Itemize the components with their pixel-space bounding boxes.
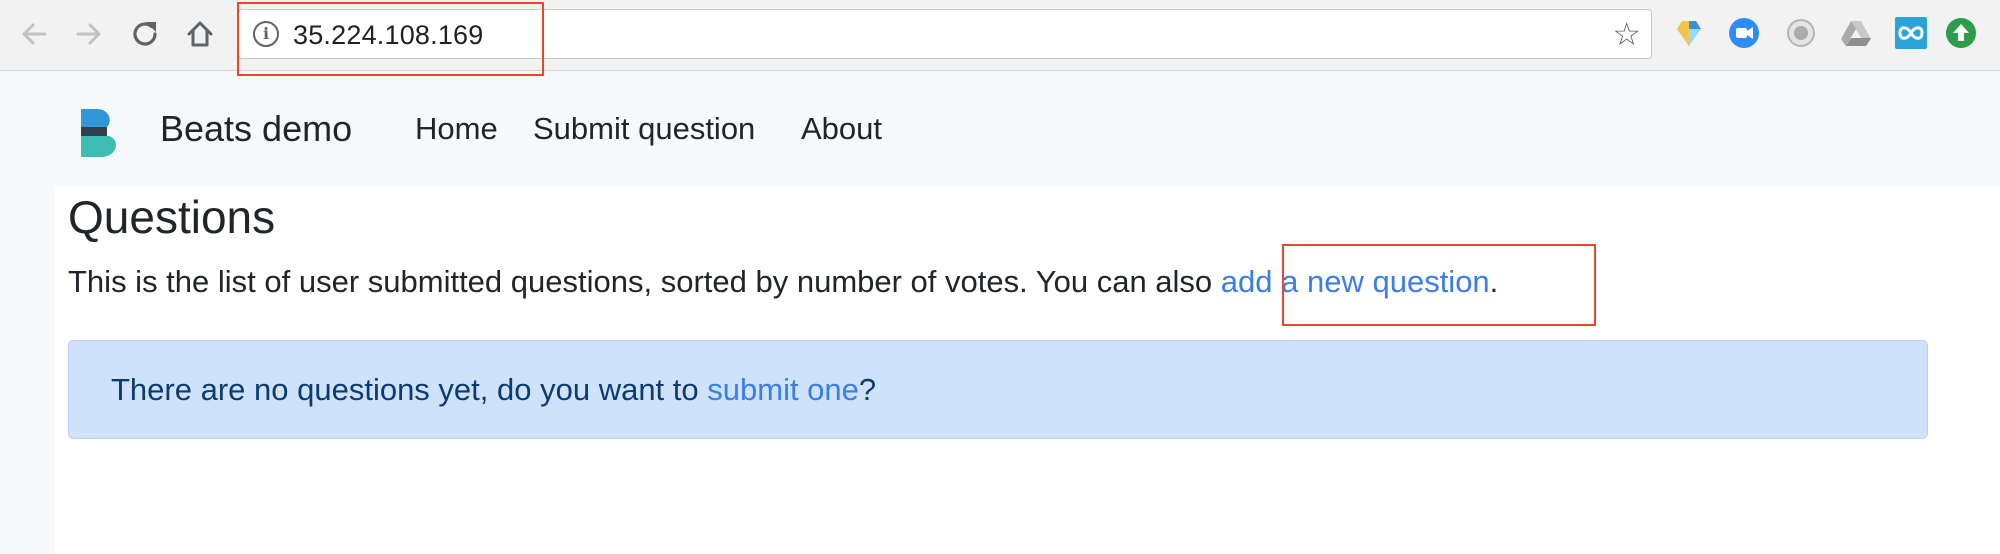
- alert-question-mark: ?: [858, 372, 877, 407]
- alert-sentence: There are no questions yet, do you want …: [111, 372, 708, 407]
- nav-link-submit-question[interactable]: Submit question: [533, 111, 755, 147]
- reload-button[interactable]: [125, 14, 165, 54]
- infinity-extension-icon[interactable]: [1894, 16, 1928, 50]
- nav-link-home[interactable]: Home: [415, 111, 498, 147]
- gem-extension-icon[interactable]: [1672, 16, 1706, 50]
- left-gutter: [0, 187, 55, 554]
- zoom-extension-icon[interactable]: [1727, 16, 1761, 50]
- circle-extension-icon[interactable]: [1784, 16, 1818, 50]
- home-button[interactable]: [180, 14, 220, 54]
- site-navbar: Beats demo Home Submit question About: [0, 71, 2000, 187]
- drive-extension-icon[interactable]: [1839, 16, 1873, 50]
- bookmark-star-icon[interactable]: ☆: [1612, 16, 1641, 52]
- back-button[interactable]: [14, 14, 54, 54]
- beats-logo[interactable]: [79, 109, 119, 157]
- upload-extension-icon[interactable]: [1944, 16, 1978, 50]
- nav-link-about[interactable]: About: [801, 111, 882, 147]
- page-title: Questions: [68, 191, 276, 243]
- forward-button[interactable]: [69, 14, 109, 54]
- alert-message: There are no questions yet, do you want …: [111, 372, 876, 408]
- back-arrow-icon: [22, 23, 47, 45]
- submit-one-link[interactable]: submit one: [707, 372, 859, 407]
- address-highlight-box: [237, 2, 544, 76]
- info-alert: There are no questions yet, do you want …: [68, 340, 1928, 439]
- reload-icon: [133, 22, 157, 46]
- link-highlight-box: [1282, 244, 1596, 326]
- intro-sentence: This is the list of user submitted quest…: [68, 264, 1221, 299]
- home-icon: [187, 21, 213, 47]
- forward-arrow-icon: [76, 23, 101, 45]
- brand-name[interactable]: Beats demo: [160, 108, 352, 150]
